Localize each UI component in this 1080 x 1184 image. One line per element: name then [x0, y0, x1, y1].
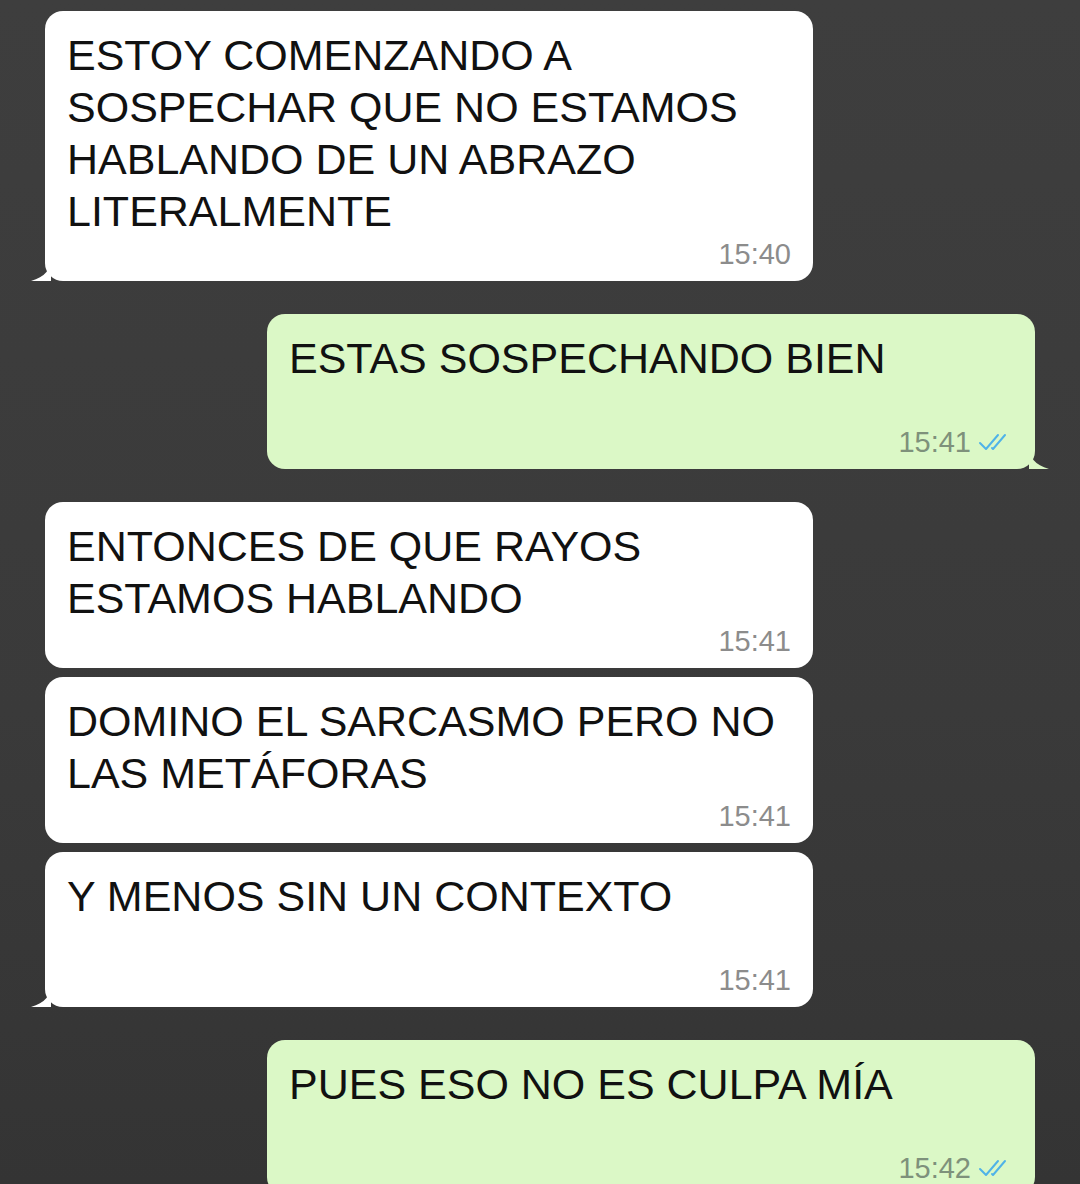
message-meta: 15:42 [289, 1151, 1013, 1184]
message-row: DOMINO EL SARCASMO PERO NO LAS METÁFORAS… [45, 677, 1035, 843]
message-time: 15:41 [898, 426, 971, 459]
chat-view: ESTOY COMENZANDO A SOSPECHAR QUE NO ESTA… [0, 0, 1080, 1184]
message-time: 15:41 [718, 625, 791, 658]
incoming-message[interactable]: ENTONCES DE QUE RAYOS ESTAMOS HABLANDO15… [45, 502, 813, 668]
outgoing-message[interactable]: ESTAS SOSPECHANDO BIEN 15:41 [267, 314, 1035, 469]
message-meta: 15:41 [289, 425, 1013, 459]
message-text: ESTAS SOSPECHANDO BIEN [289, 332, 1013, 384]
bubble-tail-icon [1029, 1173, 1049, 1184]
message-row: PUES ESO NO ES CULPA MÍA 15:42 [45, 1040, 1035, 1184]
message-row: ESTAS SOSPECHANDO BIEN 15:41 [45, 314, 1035, 469]
message-time: 15:41 [718, 800, 791, 833]
message-text: Y MENOS SIN UN CONTEXTO [67, 870, 791, 922]
message-text: DOMINO EL SARCASMO PERO NO LAS METÁFORAS [67, 695, 791, 799]
incoming-message[interactable]: DOMINO EL SARCASMO PERO NO LAS METÁFORAS… [45, 677, 813, 843]
message-time: 15:41 [718, 964, 791, 997]
bubble-tail-icon [31, 985, 51, 1007]
message-row: Y MENOS SIN UN CONTEXTO 15:41 [45, 852, 1035, 1007]
message-time: 15:42 [898, 1152, 971, 1184]
message-meta: 15:41 [67, 624, 791, 658]
incoming-message[interactable]: ESTOY COMENZANDO A SOSPECHAR QUE NO ESTA… [45, 11, 813, 281]
message-row: ENTONCES DE QUE RAYOS ESTAMOS HABLANDO15… [45, 502, 1035, 668]
message-meta: 15:40 [67, 237, 791, 271]
outgoing-message[interactable]: PUES ESO NO ES CULPA MÍA 15:42 [267, 1040, 1035, 1184]
message-row: ESTOY COMENZANDO A SOSPECHAR QUE NO ESTA… [45, 11, 1035, 281]
bubble-tail-icon [31, 259, 51, 281]
incoming-message[interactable]: Y MENOS SIN UN CONTEXTO 15:41 [45, 852, 813, 1007]
message-text: PUES ESO NO ES CULPA MÍA [289, 1058, 1013, 1110]
message-time: 15:40 [718, 238, 791, 271]
read-ticks-icon [977, 1157, 1013, 1179]
read-ticks-icon [977, 431, 1013, 453]
message-text: ENTONCES DE QUE RAYOS ESTAMOS HABLANDO [67, 520, 791, 624]
message-meta: 15:41 [67, 799, 791, 833]
message-text: ESTOY COMENZANDO A SOSPECHAR QUE NO ESTA… [67, 29, 791, 237]
bubble-tail-icon [1029, 447, 1049, 469]
message-meta: 15:41 [67, 963, 791, 997]
